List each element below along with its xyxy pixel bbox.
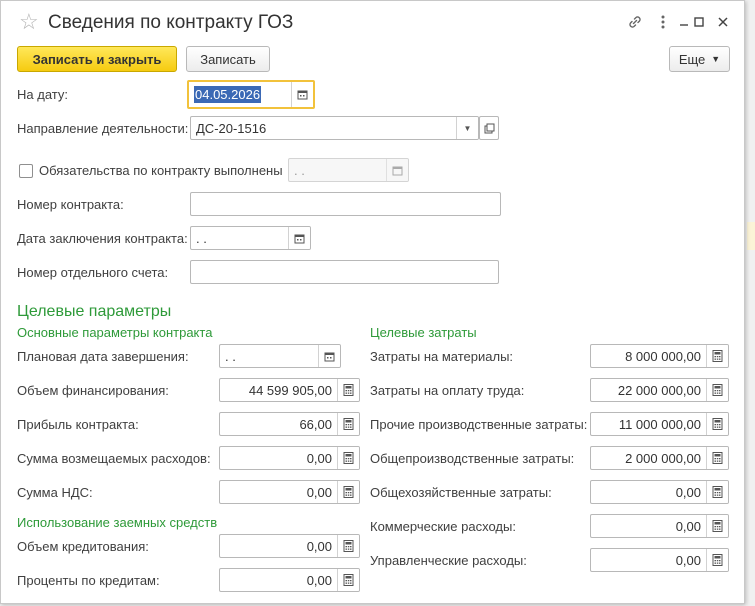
commercial-expenses-value: 0,00: [675, 518, 701, 534]
calculator-icon[interactable]: [337, 447, 359, 469]
contract-number-input[interactable]: [190, 192, 501, 216]
cost-label: Коммерческие расходы:: [370, 519, 516, 534]
dropdown-icon[interactable]: ▼: [456, 117, 478, 139]
favorite-star-icon[interactable]: ☆: [19, 9, 39, 35]
close-icon[interactable]: [712, 11, 734, 33]
direction-value: ДС-20-1516: [196, 120, 267, 136]
more-icon[interactable]: [652, 11, 674, 33]
calculator-icon[interactable]: [337, 569, 359, 591]
calculator-icon[interactable]: [337, 481, 359, 503]
obligations-checkbox[interactable]: [19, 164, 33, 178]
calendar-icon[interactable]: [288, 227, 310, 249]
cost-label: Прочие производственные затраты:: [370, 417, 588, 432]
credit-group-title: Использование заемных средств: [17, 515, 218, 530]
calendar-icon: [386, 159, 408, 181]
labor-cost-field[interactable]: 22 000 000,00: [590, 378, 729, 402]
main-param-label: Прибыль контракта:: [17, 417, 139, 432]
labor-cost-value: 22 000 000,00: [617, 382, 701, 398]
calculator-icon[interactable]: [706, 481, 728, 503]
background-window-highlight: [747, 222, 755, 250]
cost-label: Затраты на материалы:: [370, 349, 514, 364]
calendar-icon[interactable]: [291, 82, 313, 107]
account-label: Номер отдельного счета:: [17, 265, 169, 280]
chevron-down-icon: ▼: [711, 54, 721, 64]
window-title: Сведения по контракту ГОЗ: [48, 12, 294, 33]
direction-label: Направление деятельности:: [17, 121, 189, 136]
other-production-cost-field[interactable]: 11 000 000,00: [590, 412, 729, 436]
open-icon[interactable]: [479, 116, 499, 140]
calculator-icon[interactable]: [337, 379, 359, 401]
planned-date-value: . .: [225, 348, 236, 364]
more-actions-button[interactable]: Еще ▼: [669, 46, 730, 72]
cost-label: Управленческие расходы:: [370, 553, 527, 568]
cost-label: Общепроизводственные затраты:: [370, 451, 575, 466]
calculator-icon[interactable]: [337, 535, 359, 557]
costs-group-title: Целевые затраты: [370, 325, 477, 340]
credit-interest-field[interactable]: 0,00: [219, 568, 360, 592]
main-group-title: Основные параметры контракта: [17, 325, 213, 340]
contract-dialog: ☆ Сведения по контракту ГОЗ Записать и з…: [0, 0, 745, 604]
credit-volume-field[interactable]: 0,00: [219, 534, 360, 558]
contract-profit-field[interactable]: 66,00: [219, 412, 360, 436]
main-param-label: Сумма НДС:: [17, 485, 93, 500]
credit-interest-value: 0,00: [306, 572, 332, 588]
planned-date-field[interactable]: . .: [219, 344, 341, 368]
main-param-label: Плановая дата завершения:: [17, 349, 189, 364]
contract-number-label: Номер контракта:: [17, 197, 124, 212]
obligations-date-field: . .: [288, 158, 409, 182]
calculator-icon[interactable]: [706, 549, 728, 571]
contract-date-value: . .: [196, 230, 207, 246]
link-icon[interactable]: [624, 11, 646, 33]
vat-amount-field[interactable]: 0,00: [219, 480, 360, 504]
general-business-cost-field[interactable]: 0,00: [590, 480, 729, 504]
materials-cost-value: 8 000 000,00: [625, 348, 701, 364]
obligations-date-value: . .: [294, 162, 305, 178]
reimbursed-expenses-field[interactable]: 0,00: [219, 446, 360, 470]
financing-volume-value: 44 599 905,00: [248, 382, 332, 398]
vat-amount-value: 0,00: [306, 484, 332, 500]
other-production-cost-value: 11 000 000,00: [618, 416, 701, 432]
calculator-icon[interactable]: [706, 413, 728, 435]
commercial-expenses-field[interactable]: 0,00: [590, 514, 729, 538]
credit-volume-value: 0,00: [306, 538, 332, 554]
cost-label: Затраты на оплату труда:: [370, 383, 525, 398]
overhead-production-cost-field[interactable]: 2 000 000,00: [590, 446, 729, 470]
save-and-close-button[interactable]: Записать и закрыть: [17, 46, 177, 72]
background-window-edge: [747, 0, 755, 606]
management-expenses-value: 0,00: [675, 552, 701, 568]
calculator-icon[interactable]: [337, 413, 359, 435]
save-button[interactable]: Записать: [186, 46, 270, 72]
general-business-cost-value: 0,00: [675, 484, 701, 500]
main-param-label: Объем финансирования:: [17, 383, 169, 398]
credit-param-label: Объем кредитования:: [17, 539, 149, 554]
financing-volume-field[interactable]: 44 599 905,00: [219, 378, 360, 402]
contract-date-field[interactable]: . .: [190, 226, 311, 250]
obligations-label: Обязательства по контракту выполнены: [39, 163, 283, 178]
reimbursed-expenses-value: 0,00: [306, 450, 332, 466]
date-field[interactable]: 04.05.2026: [187, 80, 315, 109]
cost-label: Общехозяйственные затраты:: [370, 485, 552, 500]
management-expenses-field[interactable]: 0,00: [590, 548, 729, 572]
calculator-icon[interactable]: [706, 447, 728, 469]
main-param-label: Сумма возмещаемых расходов:: [17, 451, 211, 466]
more-actions-label: Еще: [678, 51, 706, 67]
calculator-icon[interactable]: [706, 515, 728, 537]
contract-date-label: Дата заключения контракта:: [17, 231, 188, 246]
date-label: На дату:: [17, 87, 68, 102]
contract-profit-value: 66,00: [299, 416, 332, 432]
account-input[interactable]: [190, 260, 499, 284]
calculator-icon[interactable]: [706, 379, 728, 401]
overhead-production-cost-value: 2 000 000,00: [625, 450, 701, 466]
target-section-title: Целевые параметры: [17, 303, 172, 320]
calendar-icon[interactable]: [318, 345, 340, 367]
maximize-icon[interactable]: [688, 11, 710, 33]
date-value: 04.05.2026: [194, 86, 262, 103]
credit-param-label: Проценты по кредитам:: [17, 573, 160, 588]
direction-select[interactable]: ДС-20-1516 ▼: [190, 116, 479, 140]
calculator-icon[interactable]: [706, 345, 728, 367]
materials-cost-field[interactable]: 8 000 000,00: [590, 344, 729, 368]
